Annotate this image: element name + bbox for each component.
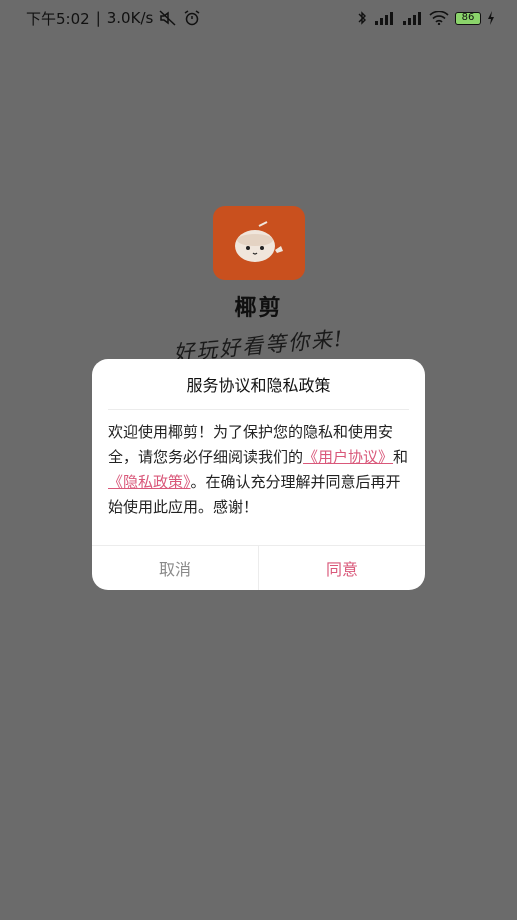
charging-icon: [487, 11, 495, 25]
privacy-policy-link[interactable]: 《隐私政策》: [108, 473, 191, 491]
splash-area: 椰剪 好玩好看等你来!: [0, 200, 517, 365]
user-agreement-link[interactable]: 《用户协议》: [303, 448, 393, 466]
app-name: 椰剪: [234, 296, 283, 321]
dialog-title: 服务协议和隐私政策: [108, 359, 409, 410]
cancel-button[interactable]: 取消: [92, 546, 259, 590]
dialog-body: 欢迎使用椰剪！为了保护您的隐私和使用安全，请您务必仔细阅读我们的《用户协议》和《…: [92, 410, 425, 544]
dialog-and-text: 和: [393, 448, 409, 466]
status-divider: |: [95, 9, 101, 27]
signal-icon: [373, 11, 395, 25]
agree-button[interactable]: 同意: [259, 546, 425, 590]
bluetooth-icon: [357, 10, 367, 26]
status-time: 下午5:02: [26, 9, 90, 28]
wifi-icon: [429, 11, 449, 25]
battery-indicator: 86: [455, 11, 481, 25]
network-speed: 3.0K/s: [106, 9, 154, 27]
coconut-mascot-icon: [234, 221, 283, 262]
dialog-actions: 取消 同意: [92, 545, 425, 590]
status-left: 下午5:02 | 3.0K/s: [26, 8, 201, 29]
privacy-dialog: 服务协议和隐私政策 欢迎使用椰剪！为了保护您的隐私和使用安全，请您务必仔细阅读我…: [92, 359, 425, 590]
signal-icon-2: [401, 11, 423, 25]
status-bar: 下午5:02 | 3.0K/s 86: [0, 0, 517, 36]
muted-icon: [159, 10, 177, 26]
status-right: 86: [357, 10, 495, 26]
app-logo: [212, 206, 305, 280]
alarm-icon: [183, 10, 201, 26]
